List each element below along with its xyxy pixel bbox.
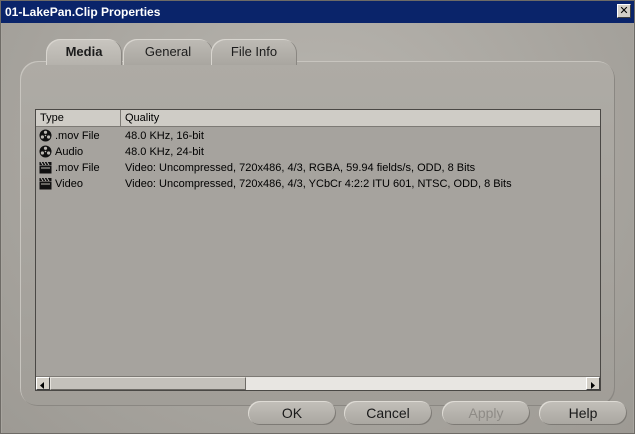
row-quality: 48.0 KHz, 16-bit [125, 130, 204, 142]
row-type: Audio [55, 146, 84, 158]
cancel-button[interactable]: Cancel [344, 401, 432, 425]
column-divider[interactable] [120, 110, 121, 126]
arrow-left-icon [40, 382, 44, 389]
ok-button[interactable]: OK [248, 401, 336, 425]
video-clapper-icon [39, 177, 52, 190]
properties-window: 01-LakePan.Clip Properties ✕ Media Gener… [0, 0, 635, 434]
row-quality: Video: Uncompressed, 720x486, 4/3, RGBA,… [125, 162, 476, 174]
tab-general[interactable]: General [123, 39, 213, 65]
audio-reel-icon [39, 129, 52, 142]
scroll-thumb[interactable] [50, 377, 246, 390]
column-header-quality[interactable]: Quality [125, 112, 159, 124]
close-button[interactable]: ✕ [617, 4, 631, 18]
tab-general-label: General [144, 44, 192, 59]
title-bar[interactable]: 01-LakePan.Clip Properties ✕ [1, 1, 634, 23]
close-icon: ✕ [619, 4, 629, 17]
tab-file-info-label: File Info [230, 44, 278, 59]
row-quality: 48.0 KHz, 24-bit [125, 146, 204, 158]
scroll-left-button[interactable] [36, 377, 50, 390]
row-type: .mov File [55, 162, 100, 174]
list-item[interactable]: Audio 48.0 KHz, 24-bit [36, 144, 600, 160]
tab-media[interactable]: Media [46, 39, 122, 65]
dialog-body: Media General File Info Type Quality .mo… [2, 23, 633, 433]
list-header: Type Quality [36, 110, 600, 127]
column-header-type[interactable]: Type [40, 112, 64, 124]
tab-file-info[interactable]: File Info [211, 39, 297, 65]
tab-media-label: Media [65, 44, 103, 59]
apply-button[interactable]: Apply [442, 401, 530, 425]
list-item[interactable]: Video Video: Uncompressed, 720x486, 4/3,… [36, 176, 600, 192]
window-title: 01-LakePan.Clip Properties [5, 5, 161, 19]
media-list[interactable]: Type Quality .mov File 48.0 KHz, 16-bit [35, 109, 601, 391]
horizontal-scrollbar[interactable] [36, 376, 600, 390]
row-type: .mov File [55, 130, 100, 142]
row-quality: Video: Uncompressed, 720x486, 4/3, YCbCr… [125, 178, 512, 190]
help-button[interactable]: Help [539, 401, 627, 425]
audio-reel-icon [39, 145, 52, 158]
video-clapper-icon [39, 161, 52, 174]
list-item[interactable]: .mov File 48.0 KHz, 16-bit [36, 128, 600, 144]
list-item[interactable]: .mov File Video: Uncompressed, 720x486, … [36, 160, 600, 176]
arrow-right-icon [591, 382, 595, 389]
scroll-right-button[interactable] [586, 377, 600, 390]
row-type: Video [55, 178, 83, 190]
